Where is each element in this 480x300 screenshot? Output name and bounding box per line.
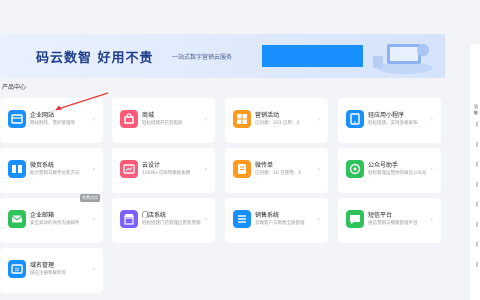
right-panel-item[interactable]: 【 — [474, 222, 478, 228]
card-subtitle: 域名注册和解析等 — [30, 271, 66, 276]
mini-program-icon — [346, 110, 364, 128]
card-shop[interactable]: 商城 轻松搭建开店到电商 › — [112, 98, 215, 143]
chevron-right-icon: › — [317, 116, 320, 123]
card-title: 短信平台 — [368, 212, 393, 219]
mail-icon — [8, 210, 26, 228]
right-panel-item[interactable]: 【 — [474, 122, 478, 128]
chevron-right-icon: › — [92, 216, 95, 223]
card-subtitle: 已创建：16 已使用：4 — [255, 171, 302, 176]
banner-highlight-block — [262, 45, 363, 67]
shop-icon — [120, 110, 138, 128]
domain-icon: W — [8, 260, 26, 278]
right-panel-item[interactable]: 【 — [474, 142, 478, 148]
chevron-right-icon: › — [317, 216, 320, 223]
card-marketing[interactable]: 营销活动 已创建：203 已用：4 › — [225, 98, 328, 143]
chevron-right-icon: › — [430, 166, 433, 173]
banner-title: 码云数智 好用不贵 — [36, 51, 154, 66]
chevron-right-icon: › — [92, 266, 95, 273]
marketing-icon — [233, 110, 251, 128]
right-panel-item[interactable]: 【 — [474, 162, 478, 168]
card-cloud-design[interactable]: 云设计 100W+可商用模板免费 › — [112, 148, 215, 193]
card-title: 轻应用小程序 — [368, 112, 405, 119]
card-sms[interactable]: 短信平台 短信营销与模版管理平台 › — [338, 198, 441, 243]
flyer-icon — [233, 160, 251, 178]
promo-banner[interactable]: 码云数智 好用不贵 一站式数字营销云服务 — [0, 34, 445, 78]
card-subtitle: 轻松搭建开店到电商 — [142, 121, 183, 126]
chevron-right-icon: › — [92, 116, 95, 123]
official-account-icon — [346, 160, 364, 178]
cloud-design-icon — [120, 160, 138, 178]
card-subtitle: 助力营销与数字化新方向 — [30, 171, 80, 176]
sales-icon — [233, 210, 251, 228]
card-subtitle: 100W+可商用模板免费 — [142, 171, 191, 176]
right-panel-item[interactable]: 【 — [474, 182, 478, 188]
card-subtitle: 轻松搭建门店管理应用及营销 — [142, 221, 201, 226]
right-panel-item[interactable]: 【 — [474, 242, 478, 248]
cloud-server-illustration — [373, 44, 433, 74]
section-title: 产品中心 — [2, 84, 27, 91]
card-subtitle: 云端客户与销售全链管理 — [255, 221, 305, 226]
right-panel-item[interactable]: 【 — [474, 202, 478, 208]
card-subtitle: 已创建：203 已用：4 — [255, 121, 300, 126]
card-title: 微页系统 — [30, 162, 55, 169]
card-mail[interactable]: 企业邮箱 安全高效的商务沟通邮件 › 免费试用 — [0, 194, 103, 243]
micro-page-icon — [8, 160, 26, 178]
card-subtitle: 安全高效的商务沟通邮件 — [30, 221, 80, 226]
sms-icon — [346, 210, 364, 228]
card-store[interactable]: 门店系统 轻松搭建门店管理应用及营销 › — [112, 198, 215, 243]
card-title: 门店系统 — [142, 212, 167, 219]
store-icon — [120, 210, 138, 228]
card-title: 营销活动 — [255, 112, 280, 119]
chevron-right-icon: › — [430, 116, 433, 123]
card-sales[interactable]: 销售系统 云端客户与销售全链管理 › — [225, 198, 328, 243]
chevron-right-icon: › — [204, 116, 207, 123]
right-panel-item[interactable]: 【 — [474, 262, 478, 268]
annotation-arrow — [55, 92, 109, 111]
card-title: 销售系统 — [255, 212, 280, 219]
card-title: 微传单 — [255, 162, 274, 169]
card-subtitle: 轻松搭建，支持多端发布 — [368, 121, 418, 126]
card-flyer[interactable]: 微传单 已创建：16 已使用：4 › — [225, 148, 328, 193]
card-title: 域名管理 — [30, 262, 55, 269]
card-subtitle: 网站制作、营护管理等 — [30, 121, 75, 126]
chevron-right-icon: › — [204, 166, 207, 173]
card-mini-program[interactable]: 轻应用小程序 轻松搭建，支持多端发布 › — [338, 98, 441, 143]
right-panel-label: 功能 — [474, 104, 478, 115]
banner-subtitle: 一站式数字营销云服务 — [172, 54, 233, 61]
svg-text:W: W — [15, 268, 20, 274]
free-trial-badge: 免费试用 — [80, 194, 100, 202]
card-title: 商城 — [142, 112, 155, 119]
card-micro-page[interactable]: 微页系统 助力营销与数字化新方向 › — [0, 148, 103, 193]
card-subtitle: 短信营销与模版管理平台 — [368, 221, 418, 226]
card-title: 企业邮箱 — [30, 212, 55, 219]
card-subtitle: 轻松管理运营你的微信公众号 — [368, 171, 427, 176]
card-domain[interactable]: W 域名管理 域名注册和解析等 › — [0, 248, 103, 293]
card-title: 公众号助手 — [368, 162, 399, 169]
chevron-right-icon: › — [430, 216, 433, 223]
website-icon — [8, 110, 26, 128]
chevron-right-icon: › — [92, 166, 95, 173]
chevron-right-icon: › — [204, 216, 207, 223]
card-title: 云设计 — [142, 162, 161, 169]
chevron-right-icon: › — [317, 166, 320, 173]
card-official-account[interactable]: 公众号助手 轻松管理运营你的微信公众号 › — [338, 148, 441, 193]
